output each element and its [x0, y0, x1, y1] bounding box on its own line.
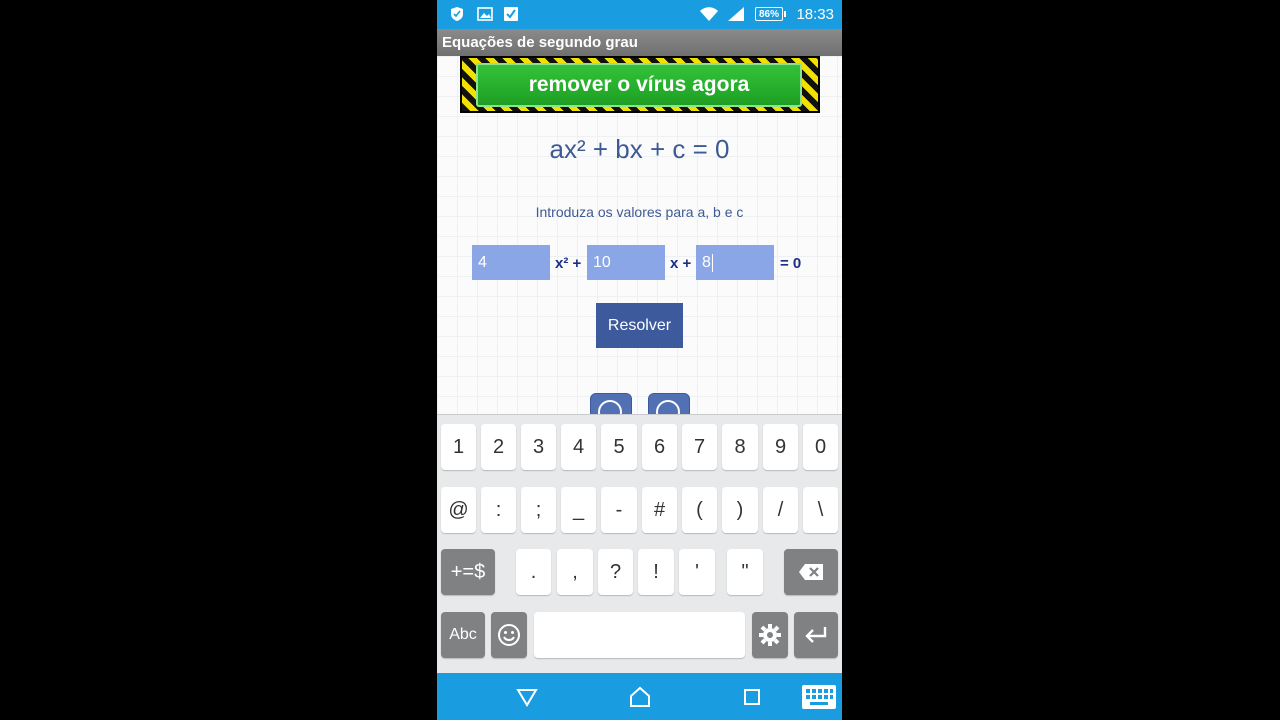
x-squared-label: x² +	[555, 255, 582, 272]
key-0[interactable]: 0	[803, 424, 838, 470]
solve-button[interactable]: Resolver	[596, 303, 683, 348]
key-semicolon[interactable]: ;	[521, 487, 556, 533]
navigation-bar	[437, 673, 842, 720]
coefficient-c-value: 8	[702, 254, 711, 271]
key-hyphen[interactable]: -	[601, 487, 637, 533]
instruction-text: Introduza os valores para a, b e c	[535, 204, 744, 220]
key-comma[interactable]: ,	[557, 549, 593, 595]
space-key[interactable]	[534, 612, 745, 658]
key-question[interactable]: ?	[598, 549, 633, 595]
wifi-icon	[700, 7, 718, 21]
app-title: Equações de segundo grau	[437, 29, 842, 56]
backspace-key[interactable]	[784, 549, 838, 595]
key-4[interactable]: 4	[561, 424, 596, 470]
key-close-paren[interactable]: )	[722, 487, 758, 533]
symbols-key[interactable]: +=$	[441, 549, 495, 595]
phone-screen: 86% 18:33 Equações de segundo grau remov…	[437, 0, 842, 720]
key-slash[interactable]: /	[763, 487, 798, 533]
settings-key[interactable]	[752, 612, 788, 658]
clock: 18:33	[796, 6, 834, 23]
key-colon[interactable]: :	[481, 487, 516, 533]
help-icon	[656, 400, 680, 414]
backspace-icon	[799, 564, 823, 580]
gallery-icon	[477, 7, 493, 21]
key-3[interactable]: 3	[521, 424, 556, 470]
key-backslash[interactable]: \	[803, 487, 838, 533]
signal-icon	[728, 7, 744, 21]
coefficient-b-input[interactable]: 10	[587, 245, 665, 280]
enter-key[interactable]	[794, 612, 838, 658]
home-icon[interactable]	[628, 685, 652, 709]
coefficient-c-input[interactable]: 8	[696, 245, 774, 280]
recents-icon[interactable]	[740, 685, 764, 709]
ad-banner[interactable]: remover o vírus agora	[460, 56, 820, 113]
key-open-paren[interactable]: (	[682, 487, 717, 533]
battery-indicator: 86%	[755, 7, 786, 21]
key-6[interactable]: 6	[642, 424, 677, 470]
coefficient-a-input[interactable]: 4	[472, 245, 550, 280]
check-icon	[504, 7, 518, 21]
key-underscore[interactable]: _	[561, 487, 596, 533]
back-icon[interactable]	[515, 685, 539, 709]
key-at[interactable]: @	[441, 487, 476, 533]
key-2[interactable]: 2	[481, 424, 516, 470]
key-period[interactable]: .	[516, 549, 551, 595]
keyboard-icon[interactable]	[801, 684, 837, 710]
info-icon	[598, 400, 622, 414]
key-9[interactable]: 9	[763, 424, 798, 470]
enter-icon	[805, 627, 827, 643]
key-hash[interactable]: #	[642, 487, 677, 533]
key-5[interactable]: 5	[601, 424, 637, 470]
equals-zero-label: = 0	[780, 255, 802, 272]
help-button[interactable]	[648, 393, 690, 414]
abc-key[interactable]: Abc	[441, 612, 485, 658]
equation-heading: ax² + bx + c = 0	[549, 134, 730, 164]
key-7[interactable]: 7	[682, 424, 717, 470]
gear-icon	[759, 624, 781, 646]
emoji-key[interactable]	[491, 612, 527, 658]
x-label: x +	[670, 255, 692, 272]
text-cursor	[711, 253, 713, 272]
key-quote[interactable]: "	[727, 549, 763, 595]
key-8[interactable]: 8	[722, 424, 758, 470]
main-content: remover o vírus agora ax² + bx + c = 0 I…	[437, 56, 842, 414]
info-button[interactable]	[590, 393, 632, 414]
key-apostrophe[interactable]: '	[679, 549, 715, 595]
key-1[interactable]: 1	[441, 424, 476, 470]
emoji-icon	[498, 624, 520, 646]
on-screen-keyboard: 1 2 3 4 5 6 7 8 9 0 @ : ; _ - # ( ) / \ …	[437, 414, 842, 674]
shield-icon	[451, 7, 463, 21]
ad-button[interactable]: remover o vírus agora	[476, 63, 802, 107]
status-bar: 86% 18:33	[437, 0, 842, 29]
key-exclamation[interactable]: !	[638, 549, 674, 595]
